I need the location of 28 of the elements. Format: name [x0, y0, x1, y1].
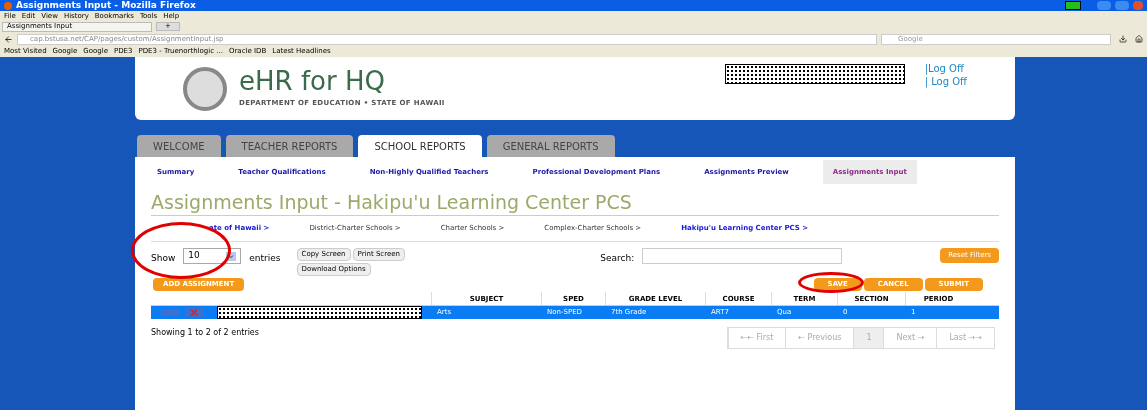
- minimize-button[interactable]: [1097, 1, 1111, 10]
- main-tab[interactable]: GENERAL REPORTS: [486, 135, 615, 157]
- edit-icon[interactable]: [161, 309, 179, 316]
- firefox-icon: [4, 1, 12, 10]
- entries-info: Showing 1 to 2 of 2 entries: [151, 327, 259, 339]
- close-button[interactable]: [1133, 1, 1143, 10]
- delete-icon[interactable]: [185, 308, 203, 317]
- tray-icon: [1065, 1, 1081, 10]
- log-off-link[interactable]: | Log Off: [924, 75, 967, 88]
- annotation-circle: [798, 272, 864, 293]
- search-label: Search:: [600, 252, 635, 265]
- restore-button[interactable]: [1115, 1, 1129, 10]
- home-icon[interactable]: [1135, 35, 1143, 43]
- entries-label: entries: [249, 252, 281, 265]
- download-icon[interactable]: [1119, 35, 1127, 43]
- entries-select[interactable]: 10: [183, 248, 242, 264]
- back-icon[interactable]: [4, 34, 13, 44]
- main-tab[interactable]: WELCOME: [137, 135, 221, 157]
- show-label: Show: [151, 252, 176, 265]
- main-tab[interactable]: SCHOOL REPORTS: [358, 135, 482, 157]
- log-off-link[interactable]: |Log Off: [924, 63, 967, 76]
- search-input[interactable]: [642, 248, 843, 264]
- dropdown-icon: [226, 251, 237, 261]
- window-title: Assignments Input - Mozilla Firefox: [16, 1, 196, 10]
- seal-icon: [183, 66, 227, 111]
- main-tab[interactable]: TEACHER REPORTS: [225, 135, 354, 157]
- app-name: eHR for HQ: [239, 68, 386, 95]
- page-title: Assignments Input - Hakipu'u Learning Center PCS: [151, 193, 999, 216]
